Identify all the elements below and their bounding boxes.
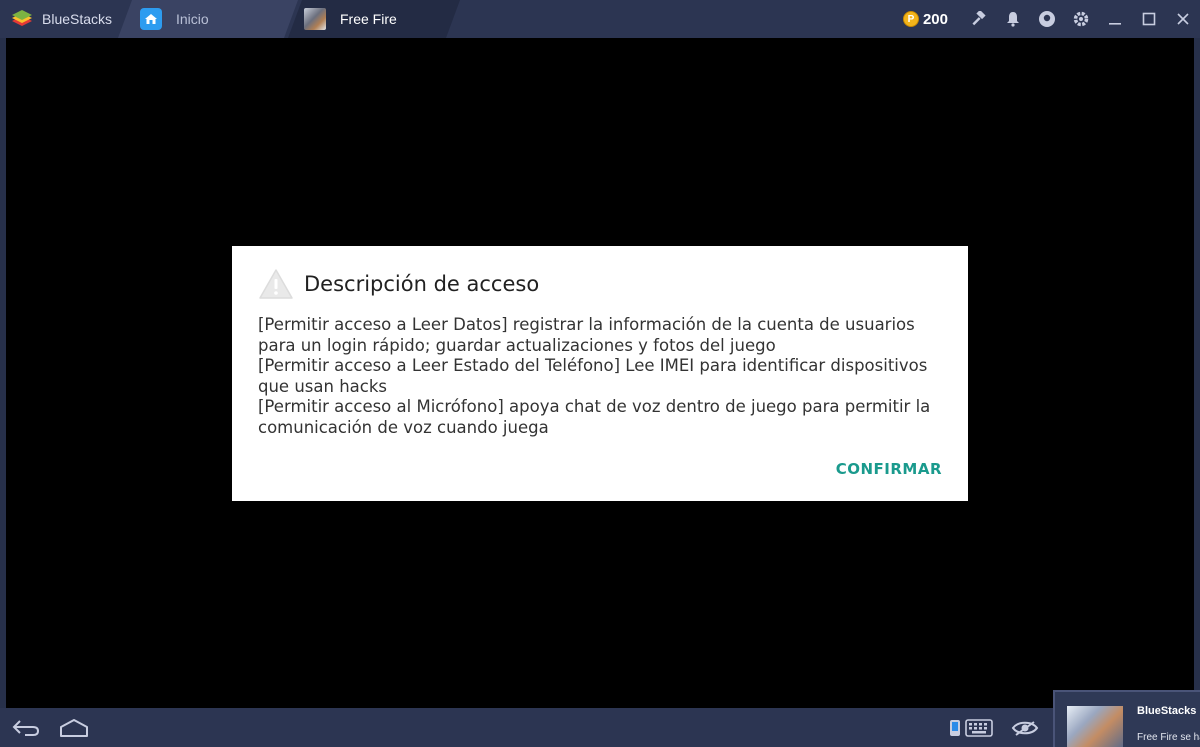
hammer-icon[interactable]: [962, 0, 996, 38]
free-fire-app-icon: [304, 8, 326, 30]
account-icon[interactable]: [1030, 0, 1064, 38]
dialog-body: [Permitir acceso a Leer Datos] registrar…: [258, 315, 948, 438]
phone-icon[interactable]: [948, 716, 962, 740]
tab-home-label: Inicio: [176, 11, 209, 27]
game-viewport[interactable]: Descripción de acceso [Permitir acceso a…: [6, 38, 1194, 708]
permission-read-data: [Permitir acceso a Leer Datos] registrar…: [258, 315, 915, 355]
dialog-header: Descripción de acceso: [258, 268, 539, 300]
title-bar-controls: P 200: [902, 0, 1200, 38]
notification-title: BlueStacks: [1137, 705, 1197, 717]
app-name: BlueStacks: [42, 11, 113, 27]
access-description-dialog: Descripción de acceso [Permitir acceso a…: [232, 246, 968, 501]
permission-microphone: [Permitir acceso al Micrófono] apoya cha…: [258, 397, 931, 437]
close-icon[interactable]: [1166, 0, 1200, 38]
coin-count[interactable]: 200: [923, 11, 948, 28]
app-brand: BlueStacks: [0, 0, 140, 38]
home-icon[interactable]: [56, 714, 92, 742]
bluestacks-window: BlueStacks Inicio Free Fire P 200 Descri…: [0, 0, 1200, 747]
back-icon[interactable]: [8, 714, 44, 742]
tab-free-fire-label: Free Fire: [340, 11, 397, 27]
eye-icon[interactable]: [1010, 716, 1040, 740]
maximize-icon[interactable]: [1132, 0, 1166, 38]
title-bar: BlueStacks Inicio Free Fire P 200: [0, 0, 1200, 38]
bluestacks-logo: [12, 10, 32, 26]
bottom-bar: [0, 708, 1200, 747]
coin-icon: P: [902, 11, 919, 27]
permission-phone-state: [Permitir acceso a Leer Estado del Teléf…: [258, 356, 928, 396]
home-icon: [140, 8, 162, 30]
dialog-title: Descripción de acceso: [304, 272, 540, 296]
notification-text: Free Fire se ha: [1137, 732, 1200, 743]
tab-home[interactable]: Inicio: [118, 0, 298, 38]
gear-icon[interactable]: [1064, 0, 1098, 38]
notification-thumbnail: [1067, 706, 1123, 747]
notification-toast[interactable]: BlueStacks Free Fire se ha: [1053, 690, 1200, 747]
warning-icon: [259, 269, 293, 299]
confirm-button[interactable]: CONFIRMAR: [836, 460, 942, 478]
bell-icon[interactable]: [996, 0, 1030, 38]
tab-free-fire[interactable]: Free Fire: [288, 0, 460, 38]
keyboard-icon[interactable]: [964, 716, 994, 740]
minimize-icon[interactable]: [1098, 0, 1132, 38]
